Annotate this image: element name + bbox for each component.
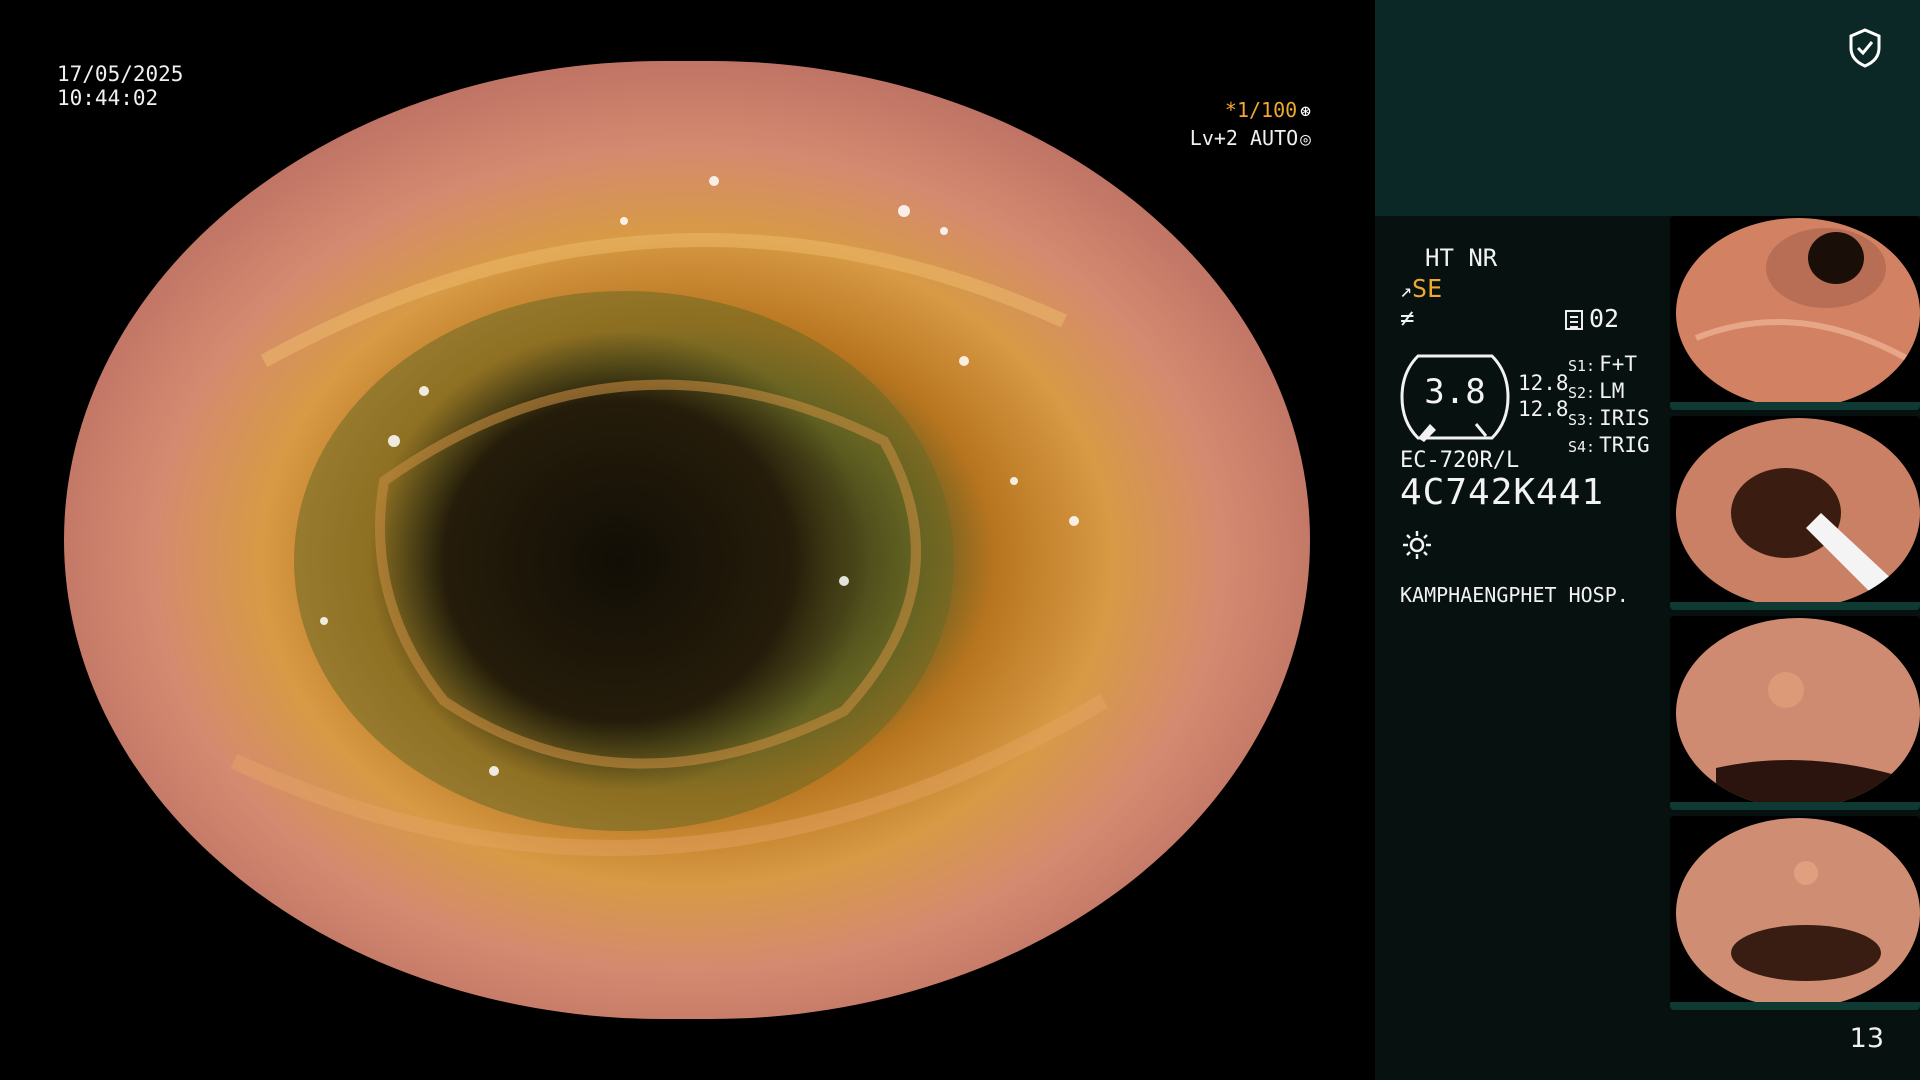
date-text: 17/05/2025: [57, 62, 184, 86]
scope-switch-s1: S1: F+T: [1568, 352, 1638, 376]
timestamp: 17/05/2025 10:44:02: [57, 62, 183, 110]
page-number: 13: [1849, 1023, 1884, 1054]
scope-serial: 4C742K441: [1400, 472, 1605, 513]
time-text: 10:44:02: [57, 86, 159, 110]
dial-gauge: 3.8: [1400, 352, 1510, 442]
top-band: [1375, 0, 1920, 216]
value-1: 12.8: [1518, 371, 1569, 395]
scope-icon: ↗: [1400, 278, 1413, 302]
scope-switch-list: S1: F+T S2: LM S3: IRIS S4: TRIG: [1568, 352, 1650, 460]
scope-model: EC-720R/L: [1400, 448, 1520, 473]
document-icon: [1565, 310, 1583, 330]
iris-text: Lv+2 AUTO: [1189, 126, 1299, 150]
frame-number: 02: [1589, 304, 1620, 333]
thumbnail-3[interactable]: [1670, 616, 1920, 810]
thumbnail-4[interactable]: [1670, 816, 1920, 1010]
light-icon: [1403, 531, 1431, 559]
frame-counter: 02: [1565, 304, 1619, 333]
endoscope-view: 17/05/2025 10:44:02 *1/100 ⊛ Lv+2 AUTO ◎: [0, 0, 1375, 1080]
thumbnail-2[interactable]: [1670, 416, 1920, 610]
dial-value: 3.8: [1424, 372, 1486, 412]
scope-switch-s4: S4: TRIG: [1568, 433, 1650, 457]
scope-switch-s2: S2: LM: [1568, 379, 1625, 403]
scope-switch-s3: S3: IRIS: [1568, 406, 1650, 430]
endoscopic-image: [64, 61, 1310, 1019]
iris-indicator: Lv+2 AUTO ◎: [1111, 126, 1311, 150]
mode-label: HT NR: [1425, 244, 1498, 272]
value-2: 12.8: [1518, 397, 1569, 421]
info-panel: HT NR ↗SE ≠ 02 3.8 12.8 12.8 S1: F+T S2: L…: [1375, 0, 1920, 1080]
shutter-text: *1/100: [1224, 98, 1298, 122]
f-label: ≠: [1400, 304, 1415, 332]
shutter-icon: ⊛: [1300, 101, 1311, 122]
se-label: SE: [1412, 274, 1443, 303]
shield-check-icon: [1849, 28, 1881, 68]
value-stack: 12.8 12.8: [1518, 370, 1569, 422]
thumbnail-1[interactable]: [1670, 216, 1920, 410]
iris-icon: ◎: [1300, 129, 1311, 150]
hospital-name: KAMPHAENGPHET HOSP.: [1400, 583, 1629, 607]
se-row: ↗SE: [1400, 274, 1442, 303]
shutter-indicator: *1/100 ⊛: [1151, 98, 1311, 122]
